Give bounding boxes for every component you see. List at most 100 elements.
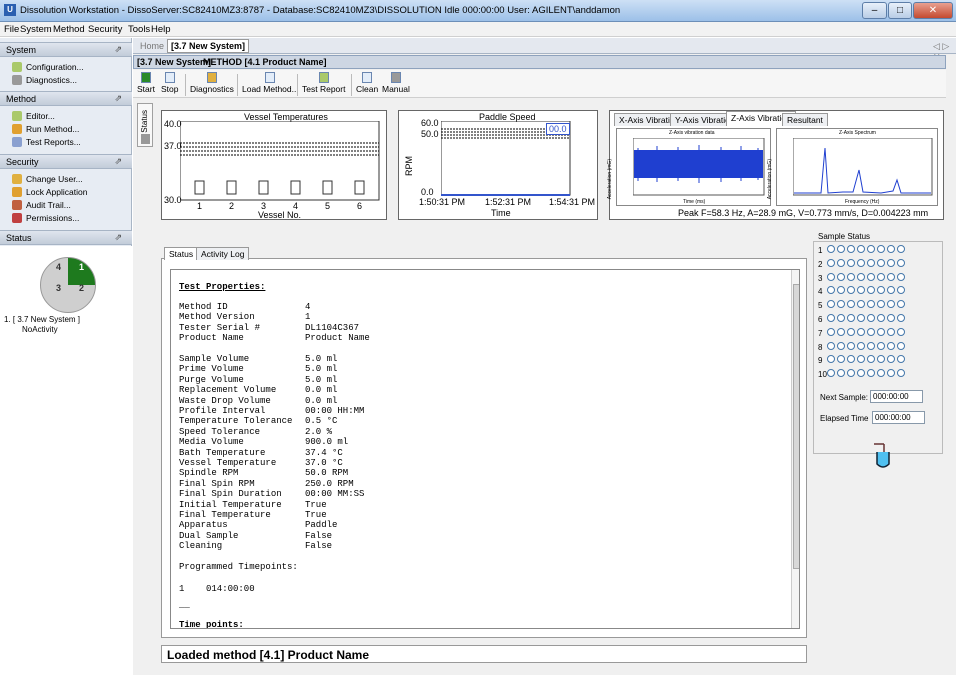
property-name: Media Volume bbox=[179, 437, 244, 448]
pie-label-4: 4 bbox=[56, 262, 62, 272]
nav-change-user[interactable]: Change User... bbox=[12, 174, 83, 184]
x-tick: 1:52:31 PM bbox=[485, 197, 532, 207]
diagnostics-button[interactable]: Diagnostics bbox=[190, 72, 234, 94]
sample-status-panel: Sample Status 1 2 3 4 5 6 7 8 9 10 Next Sample: 0… bbox=[813, 232, 943, 454]
property-row: Replacement Volume 0.0 ml bbox=[179, 385, 337, 395]
property-value: 50.0 RPM bbox=[305, 468, 349, 479]
sample-row-number: 7 bbox=[818, 328, 823, 338]
station-entry[interactable]: 1. [ 3.7 New System ] bbox=[4, 315, 80, 324]
property-value: DL1104C367 bbox=[305, 322, 360, 333]
system-tab[interactable]: [3.7 New System] bbox=[167, 39, 250, 53]
clean-button[interactable]: Clean bbox=[356, 72, 378, 94]
property-row: Profile Interval 00:00 HH:MM bbox=[179, 406, 364, 416]
sample-indicator bbox=[847, 300, 855, 309]
menu-security[interactable]: Security bbox=[88, 24, 122, 35]
menu-method[interactable]: Method bbox=[53, 24, 85, 35]
manual-button[interactable]: Manual bbox=[382, 72, 410, 94]
collapse-icon[interactable]: ⇗ bbox=[114, 156, 122, 167]
start-button[interactable]: Start bbox=[137, 72, 155, 94]
y-tick: 30.0 bbox=[164, 195, 182, 205]
status-header-label: Status bbox=[6, 233, 32, 243]
collapse-icon[interactable]: ⇗ bbox=[114, 44, 122, 55]
sample-indicator bbox=[847, 355, 855, 364]
stop-button[interactable]: Stop bbox=[161, 72, 179, 94]
toolbar: Start Stop Diagnostics Load Method... Te… bbox=[133, 70, 946, 98]
home-tab[interactable]: Home bbox=[140, 41, 164, 51]
property-name: Initial Temperature bbox=[179, 499, 282, 510]
collapse-icon[interactable]: ⇗ bbox=[114, 232, 122, 243]
report-heading: Test Properties: bbox=[179, 282, 266, 292]
sample-indicator bbox=[857, 286, 865, 295]
status-side-tab[interactable]: Status bbox=[137, 103, 153, 147]
nav-configuration[interactable]: Configuration... bbox=[12, 62, 84, 72]
status-section-header[interactable]: Status ⇗ bbox=[0, 230, 132, 245]
property-value: Product Name bbox=[305, 333, 370, 344]
property-name: Sample Volume bbox=[179, 354, 250, 364]
property-name: Final Spin Duration bbox=[179, 489, 282, 500]
tab-activity-log[interactable]: Activity Log bbox=[196, 247, 250, 260]
method-section-header[interactable]: Method ⇗ bbox=[0, 91, 132, 106]
maximize-button[interactable]: □ bbox=[888, 2, 912, 19]
scrollbar-thumb[interactable] bbox=[793, 284, 799, 569]
sample-indicator bbox=[877, 327, 885, 336]
system-section-header[interactable]: System ⇗ bbox=[0, 42, 132, 57]
menu-file[interactable]: File bbox=[4, 24, 19, 35]
minimize-button[interactable]: – bbox=[862, 2, 887, 19]
property-row: Final Spin Duration 00:00 MM:SS bbox=[179, 489, 364, 500]
station-status-pie[interactable] bbox=[40, 257, 96, 313]
property-name: Waste Drop Volume bbox=[179, 395, 271, 406]
nav-run-method[interactable]: Run Method... bbox=[12, 124, 79, 134]
sample-indicator bbox=[897, 286, 905, 295]
collapse-icon[interactable]: ⇗ bbox=[114, 93, 122, 104]
property-name: Method ID bbox=[179, 302, 228, 312]
menu-help[interactable]: Help bbox=[151, 24, 171, 35]
test-reports-icon bbox=[12, 137, 22, 147]
chart-title: Z-Axis Spectrum bbox=[839, 130, 876, 136]
menu-system[interactable]: System bbox=[20, 24, 52, 35]
nav-audit-trail[interactable]: Audit Trail... bbox=[12, 200, 71, 210]
sample-indicator bbox=[837, 355, 845, 364]
test-report-button[interactable]: Test Report bbox=[302, 72, 345, 94]
y-axis-label: Acceleration (mG) bbox=[607, 159, 613, 200]
nav-diagnostics[interactable]: Diagnostics... bbox=[12, 75, 77, 85]
nav-editor[interactable]: Editor... bbox=[12, 111, 55, 121]
nav-test-reports[interactable]: Test Reports... bbox=[12, 137, 81, 147]
menu-tools[interactable]: Tools bbox=[128, 24, 150, 35]
tab-resultant[interactable]: Resultant bbox=[782, 113, 828, 126]
sample-row-number: 8 bbox=[818, 342, 823, 352]
sample-indicator bbox=[847, 245, 855, 253]
sample-indicator bbox=[877, 286, 885, 295]
test-report-icon bbox=[318, 72, 329, 83]
sample-indicator bbox=[827, 341, 835, 350]
sample-indicator bbox=[877, 300, 885, 309]
station-activity: NoActivity bbox=[22, 325, 58, 334]
property-row: Final Temperature True bbox=[179, 510, 327, 520]
report-scrollbar[interactable] bbox=[791, 270, 799, 628]
sample-indicator bbox=[897, 341, 905, 350]
nav-lock-application[interactable]: Lock Application bbox=[12, 187, 87, 197]
sample-indicator bbox=[837, 258, 845, 267]
method-label: METHOD [4.1 Product Name] bbox=[203, 57, 327, 67]
time-points-heading: Time points: bbox=[179, 620, 244, 629]
property-row: Cleaning False bbox=[179, 541, 332, 551]
manual-icon bbox=[390, 72, 401, 83]
y-tick: 60.0 bbox=[421, 118, 439, 128]
sample-indicator bbox=[877, 341, 885, 350]
sample-row-number: 3 bbox=[818, 273, 823, 283]
tab-status[interactable]: Status bbox=[164, 247, 199, 260]
start-icon bbox=[140, 72, 151, 83]
security-section-header[interactable]: Security ⇗ bbox=[0, 154, 132, 169]
property-name: Method Version bbox=[179, 312, 255, 323]
sample-row: 7 bbox=[818, 327, 907, 338]
separator-line: __ bbox=[179, 600, 190, 610]
nav-audit-trail-label: Audit Trail... bbox=[26, 200, 71, 210]
sample-indicator bbox=[827, 258, 835, 267]
vessel-temperature-chart: Vessel Temperatures 40.0 37.0 30.0 1 2 3… bbox=[161, 110, 387, 220]
sample-row-number: 10 bbox=[818, 370, 827, 380]
close-button[interactable]: ✕ bbox=[913, 2, 953, 19]
paddle-speed-chart: Paddle Speed 60.0 50.0 0.0 RPM 00.0 1:50… bbox=[398, 110, 598, 220]
y-tick: 40.0 bbox=[164, 119, 182, 129]
property-row: Tester Serial # DL1104C367 bbox=[179, 323, 359, 333]
nav-permissions[interactable]: Permissions... bbox=[12, 213, 79, 223]
load-method-button[interactable]: Load Method... bbox=[242, 72, 299, 94]
